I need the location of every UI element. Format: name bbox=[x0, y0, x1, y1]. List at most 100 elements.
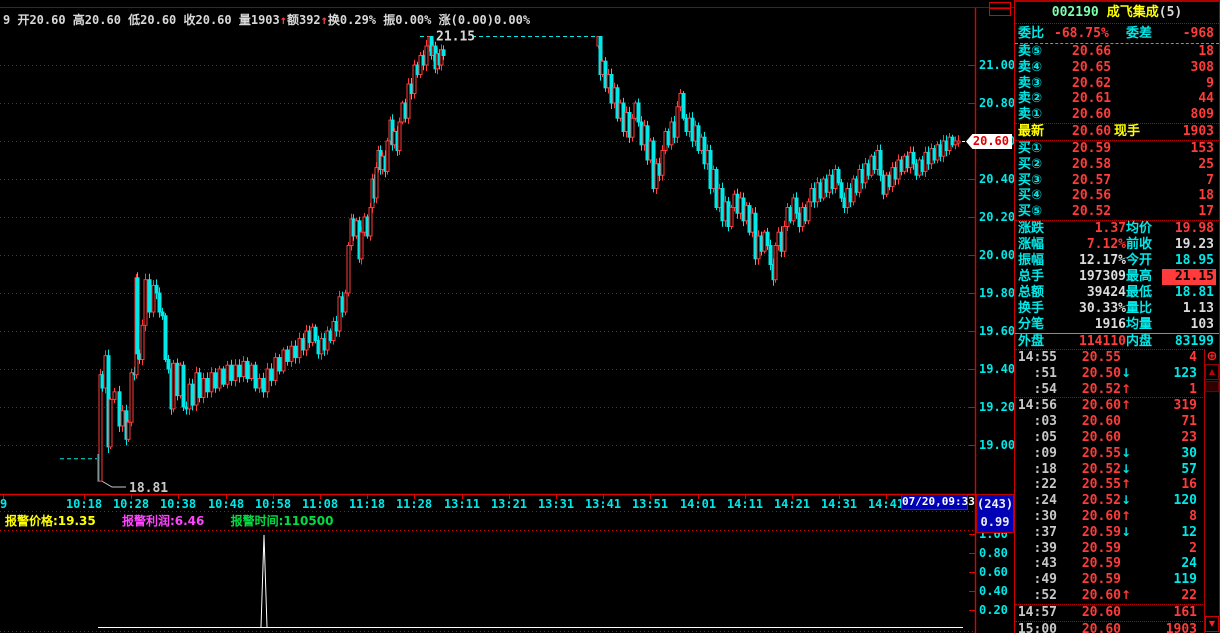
downtick-arrow-icon: ↓ bbox=[1121, 461, 1132, 476]
tick-time: :54 bbox=[1033, 381, 1057, 397]
stat-label: 分笔 bbox=[1018, 316, 1045, 332]
stat-value: 21.15 bbox=[1162, 268, 1216, 285]
tick-row[interactable]: :22 20.55 ↑ 16 bbox=[1015, 477, 1205, 493]
svg-text:19.80: 19.80 bbox=[979, 286, 1014, 300]
candles bbox=[97, 36, 961, 482]
stat-label: 总手 bbox=[1018, 268, 1045, 284]
tick-row[interactable]: :18 20.52 ↓ 57 bbox=[1015, 462, 1205, 478]
bid-row[interactable]: 买④ 20.56 18 bbox=[1015, 188, 1219, 204]
period-toggle-icon[interactable] bbox=[989, 2, 1011, 16]
level-price: 20.57 bbox=[1072, 172, 1112, 188]
level-price: 20.61 bbox=[1072, 91, 1112, 107]
stat-value: 114110 bbox=[1079, 333, 1126, 349]
ask-row[interactable]: 卖③ 20.62 9 bbox=[1015, 76, 1219, 92]
stat-label: 涨跌 bbox=[1018, 220, 1045, 236]
stat-label: 今开 bbox=[1126, 252, 1153, 268]
time-tick-label: 11:28 bbox=[395, 497, 433, 511]
alarm-time-label: 报警时间:110500 bbox=[230, 514, 334, 528]
tick-row[interactable]: :39 20.59 2 bbox=[1015, 541, 1205, 557]
tick-time: 15:00 bbox=[1017, 621, 1057, 633]
downtick-arrow-icon: ↓ bbox=[1121, 445, 1132, 460]
tick-row[interactable]: :30 20.60 ↑ 8 bbox=[1015, 509, 1205, 525]
stat-value: 39424 bbox=[1086, 284, 1126, 300]
level-price: 20.65 bbox=[1072, 59, 1112, 75]
bar-count: (243) bbox=[977, 497, 1014, 511]
tick-row[interactable]: :09 20.55 ↓ 30 bbox=[1015, 446, 1205, 462]
crosshair-icon[interactable]: ⊕ bbox=[1205, 349, 1219, 364]
stat-label: 量比 bbox=[1126, 300, 1153, 316]
bid-row[interactable]: 买③ 20.57 7 bbox=[1015, 173, 1219, 189]
ask-row[interactable]: 卖⑤ 20.66 18 bbox=[1015, 44, 1219, 60]
stat-label: 均量 bbox=[1126, 316, 1153, 332]
tick-volume: 120 bbox=[1173, 493, 1197, 509]
tick-volume: 319 bbox=[1173, 398, 1197, 414]
scrollbar-thumb[interactable] bbox=[1205, 381, 1219, 392]
bar-count-box: (243) 0.99 bbox=[976, 494, 1014, 533]
bid-row[interactable]: 买② 20.58 25 bbox=[1015, 157, 1219, 173]
tick-row[interactable]: :37 20.59 ↓ 12 bbox=[1015, 525, 1205, 541]
ask-row[interactable]: 卖① 20.60 809 bbox=[1015, 107, 1219, 123]
ask-row[interactable]: 卖④ 20.65 308 bbox=[1015, 60, 1219, 76]
bid-row[interactable]: 买⑤ 20.52 17 bbox=[1015, 204, 1219, 220]
tick-row[interactable]: :54 20.52 ↑ 1 bbox=[1015, 382, 1205, 398]
tick-time: :30 bbox=[1033, 508, 1057, 524]
uptick-arrow-icon: ↑ bbox=[1121, 508, 1132, 523]
stock-title[interactable]: 002190 成飞集成(5) bbox=[1015, 2, 1219, 24]
svg-text:20.40: 20.40 bbox=[979, 172, 1014, 186]
tick-row[interactable]: :49 20.59 119 bbox=[1015, 572, 1205, 588]
level-price: 20.59 bbox=[1072, 140, 1112, 156]
tick-price: 20.59 bbox=[1081, 524, 1121, 540]
time-tick-label: 13:41 bbox=[584, 497, 622, 511]
tick-volume: 8 bbox=[1189, 508, 1197, 524]
stat-value: 12.17% bbox=[1079, 252, 1126, 268]
tick-price: 20.60 bbox=[1081, 587, 1121, 603]
alarm-spike bbox=[260, 534, 268, 628]
downtick-arrow-icon: ↓ bbox=[1121, 493, 1132, 508]
tick-time: 14:56 bbox=[1017, 398, 1057, 414]
tick-row[interactable]: :05 20.60 23 bbox=[1015, 430, 1205, 446]
level-volume: 809 bbox=[1190, 107, 1214, 123]
change-text: 换0.29% 振0.00% 涨(0.00)0.00% bbox=[327, 13, 531, 27]
ask-row[interactable]: 卖② 20.61 44 bbox=[1015, 91, 1219, 107]
stat-value: 1916 bbox=[1094, 316, 1126, 332]
scroll-down-icon[interactable]: ▼ bbox=[1205, 616, 1219, 632]
weibi-row: 委比 -68.75% 委差 -968 bbox=[1015, 24, 1219, 44]
level-label: 买② bbox=[1018, 156, 1043, 172]
svg-text:0.20: 0.20 bbox=[979, 603, 1008, 617]
tick-row[interactable]: 14:57 20.60 161 bbox=[1015, 603, 1205, 621]
level-price: 20.52 bbox=[1072, 204, 1112, 220]
tick-scrollbar[interactable]: ⊕ ▲ ▼ bbox=[1204, 349, 1219, 633]
ohlc-header: 9 开20.60 高20.60 低20.60 收20.60 量1903↑额392… bbox=[3, 11, 530, 28]
uptick-arrow-icon: ↑ bbox=[1121, 477, 1132, 492]
tick-volume: 4 bbox=[1189, 350, 1197, 365]
tick-row[interactable]: :43 20.59 24 bbox=[1015, 556, 1205, 572]
tick-row[interactable]: 15:00 20.60 1903 bbox=[1015, 620, 1205, 633]
tick-row[interactable]: 14:56 20.60 ↑ 319 bbox=[1015, 397, 1205, 414]
tick-volume: 24 bbox=[1181, 556, 1197, 572]
tick-volume: 1 bbox=[1189, 381, 1197, 397]
scroll-up-icon[interactable]: ▲ bbox=[1205, 364, 1219, 380]
curvol-value: 1903 bbox=[1182, 123, 1214, 139]
tick-price: 20.60 bbox=[1081, 508, 1121, 524]
kline-chart[interactable]: 21.00 20.80 20.60 20.40 20.20 20.00 19.80 19.60… bbox=[0, 0, 1014, 633]
time-tick-label: 14:31 bbox=[820, 497, 858, 511]
level-label: 卖② bbox=[1018, 91, 1043, 107]
tick-row[interactable]: :51 20.50 ↓ 123 bbox=[1015, 366, 1205, 382]
level-volume: 17 bbox=[1198, 204, 1214, 220]
level-label: 买④ bbox=[1018, 188, 1043, 204]
svg-text:19.00: 19.00 bbox=[979, 438, 1014, 452]
level-label: 卖③ bbox=[1018, 75, 1043, 91]
tick-price: 20.59 bbox=[1081, 572, 1121, 588]
stat-row: 总额 39424 最低 18.81 bbox=[1015, 285, 1219, 301]
stat-row: 振幅 12.17% 今开 18.95 bbox=[1015, 253, 1219, 269]
tick-row[interactable]: :52 20.60 ↑ 22 bbox=[1015, 588, 1205, 604]
tick-row[interactable]: 14:55 20.55 4 bbox=[1015, 350, 1205, 366]
tick-list[interactable]: 14:55 20.55 4:51 20.50 ↓ 123:54 20.52 ↑ 1 14:56 20… bbox=[1015, 349, 1205, 633]
tick-row[interactable]: :24 20.52 ↓ 120 bbox=[1015, 493, 1205, 509]
bid-row[interactable]: 买① 20.59 153 bbox=[1015, 141, 1219, 157]
time-tick-label: 14:01 bbox=[679, 497, 717, 511]
tick-price: 20.59 bbox=[1081, 540, 1121, 556]
stat-row: 涨跌 1.37 均价 19.98 bbox=[1015, 221, 1219, 237]
tick-time: :22 bbox=[1033, 477, 1057, 493]
tick-row[interactable]: :03 20.60 71 bbox=[1015, 414, 1205, 430]
